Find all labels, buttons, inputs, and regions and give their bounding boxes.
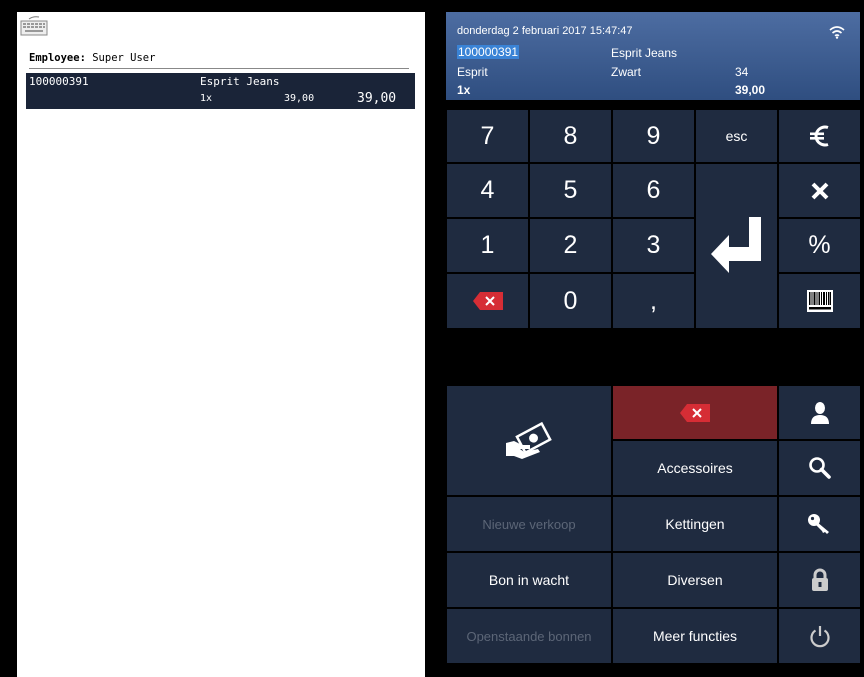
- euro-button[interactable]: [779, 110, 860, 162]
- euro-icon: [809, 125, 828, 147]
- key-4[interactable]: 4: [447, 164, 528, 217]
- receipt-line-qty: 1x: [200, 93, 213, 104]
- product-code: 100000391: [457, 45, 520, 59]
- key-6[interactable]: 6: [613, 164, 694, 217]
- key-1[interactable]: 1: [447, 219, 528, 272]
- person-icon: [810, 401, 829, 424]
- datetime: donderdag 2 februari 2017 15:47:47: [457, 25, 633, 37]
- key-icon: [807, 514, 829, 534]
- multiply-button[interactable]: [779, 164, 860, 217]
- power-button[interactable]: [779, 609, 860, 663]
- divider: [29, 68, 409, 69]
- key-9[interactable]: 9: [613, 110, 694, 162]
- delete-tag-icon: [680, 403, 710, 422]
- product-total: 39,00: [735, 83, 766, 97]
- employee-label: Employee:: [29, 52, 86, 64]
- nieuwe-verkoop-button[interactable]: Nieuwe verkoop: [447, 497, 611, 551]
- kettingen-button[interactable]: Kettingen: [613, 497, 777, 551]
- percent-button[interactable]: %: [779, 219, 860, 272]
- multiply-icon: [811, 182, 828, 199]
- product-header: donderdag 2 februari 2017 15:47:47 10000…: [446, 12, 860, 100]
- employee-name: Super User: [92, 52, 156, 64]
- power-icon: [809, 626, 830, 648]
- diversen-button[interactable]: Diversen: [613, 553, 777, 607]
- key-3[interactable]: 3: [613, 219, 694, 272]
- product-size: 34: [735, 65, 749, 79]
- search-button[interactable]: [779, 441, 860, 495]
- receipt-line-price: 39,00: [284, 93, 315, 104]
- receipt-line-name: Esprit Jeans: [200, 75, 280, 88]
- openstaande-bonnen-button[interactable]: Openstaande bonnen: [447, 609, 611, 663]
- product-brand: Esprit: [457, 65, 488, 79]
- void-button[interactable]: [613, 386, 777, 439]
- accessoires-button[interactable]: Accessoires: [613, 441, 777, 495]
- employee-line: Employee: Super User: [29, 52, 155, 64]
- key-0[interactable]: 0: [530, 274, 611, 328]
- product-qty: 1x: [457, 83, 471, 97]
- pos-panel: donderdag 2 februari 2017 15:47:47 10000…: [446, 12, 864, 677]
- key-7[interactable]: 7: [447, 110, 528, 162]
- receipt-line-total: 39,00: [357, 91, 397, 106]
- product-color: Zwart: [611, 65, 641, 79]
- payment-button[interactable]: [447, 386, 611, 495]
- receipt-line[interactable]: 100000391 Esprit Jeans 1x 39,00 39,00: [26, 73, 415, 109]
- delete-tag-icon: [472, 292, 503, 310]
- key-button[interactable]: [779, 497, 860, 551]
- product-name: Esprit Jeans: [611, 46, 678, 60]
- esc-button[interactable]: esc: [696, 110, 777, 162]
- meer-functies-button[interactable]: Meer functies: [613, 609, 777, 663]
- enter-icon: [710, 217, 761, 273]
- bon-in-wacht-button[interactable]: Bon in wacht: [447, 553, 611, 607]
- key-5[interactable]: 5: [530, 164, 611, 217]
- cash-payment-icon: [506, 421, 552, 459]
- key-8[interactable]: 8: [530, 110, 611, 162]
- search-icon: [808, 457, 831, 479]
- key-2[interactable]: 2: [530, 219, 611, 272]
- barcode-button[interactable]: [779, 274, 860, 328]
- receipt-line-code: 100000391: [29, 75, 89, 88]
- barcode-icon: [806, 290, 833, 312]
- lock-icon: [811, 568, 828, 591]
- customer-button[interactable]: [779, 386, 860, 439]
- keyboard-icon[interactable]: [19, 15, 49, 37]
- wifi-icon: [829, 26, 845, 39]
- enter-button[interactable]: [696, 164, 777, 328]
- receipt-panel: Employee: Super User 100000391 Esprit Je…: [17, 12, 425, 677]
- backspace-button[interactable]: [447, 274, 528, 328]
- lock-button[interactable]: [779, 553, 860, 607]
- key-comma[interactable]: ,: [613, 274, 694, 328]
